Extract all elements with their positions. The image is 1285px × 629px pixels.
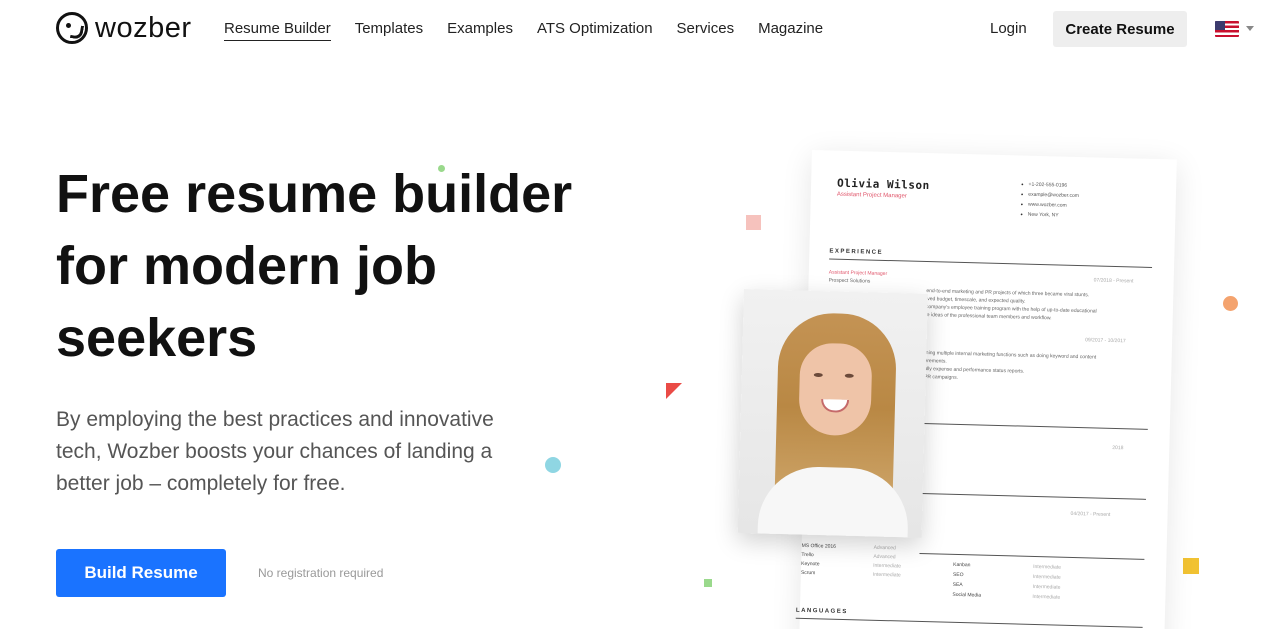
resume-levels-left: Advanced Advanced Intermediate Intermedi… — [873, 544, 902, 581]
resume-contact: +1-202-555-0196 example@wozber.com www.w… — [1020, 179, 1079, 221]
red-triangle-decoration — [666, 383, 682, 399]
resume-divider — [795, 617, 1143, 628]
chevron-down-icon[interactable] — [1246, 26, 1254, 31]
skill-level: Intermediate — [1032, 583, 1061, 591]
no-registration-note: No registration required — [258, 566, 384, 580]
resume-job-date: 07/2018 - Present — [1093, 277, 1134, 285]
resume-section-experience: EXPERIENCE — [829, 248, 884, 256]
nav-templates[interactable]: Templates — [355, 20, 423, 41]
photo-face — [798, 342, 873, 437]
create-resume-button[interactable]: Create Resume — [1053, 11, 1187, 47]
hero-headline: Free resume builder for modern job seeke… — [56, 164, 573, 368]
yellow-square-decoration — [1183, 558, 1199, 574]
skill-item: Social Media — [952, 591, 982, 599]
green-square-decoration — [704, 579, 712, 587]
build-resume-button[interactable]: Build Resume — [56, 549, 226, 597]
resume-divider — [921, 492, 1146, 500]
photo-eye — [844, 373, 854, 378]
resume-title: Assistant Project Manager — [836, 191, 907, 200]
hero-subtext: By employing the best practices and inno… — [56, 408, 494, 495]
green-dot-decoration — [438, 165, 445, 172]
resume-skills-right: Kanban SEO SEA Social Media — [952, 560, 982, 601]
resume-date-3: 2018 — [1112, 444, 1124, 452]
logo[interactable]: wozber — [56, 12, 192, 44]
wozber-logo-icon — [56, 12, 88, 44]
skill-level: Intermediate — [872, 571, 901, 579]
logo-text: wozber — [95, 12, 192, 44]
nav-services[interactable]: Services — [677, 20, 735, 41]
skill-level: Intermediate — [1032, 593, 1061, 601]
nav-ats-optimization[interactable]: ATS Optimization — [537, 20, 653, 41]
resume-name: Olivia Wilson — [836, 176, 930, 193]
resume-levels-right: Intermediate Intermediate Intermediate I… — [1032, 562, 1061, 603]
skill-item: Scrum — [800, 569, 816, 577]
photo-eye — [813, 372, 823, 378]
resume-divider — [922, 422, 1148, 430]
blue-dot-decoration — [545, 457, 561, 473]
us-flag-icon[interactable] — [1215, 21, 1239, 37]
resume-location: New York, NY — [1020, 209, 1078, 221]
orange-dot-decoration — [1223, 296, 1238, 311]
resume-date-4: 04/2017 - Present — [1070, 510, 1111, 518]
resume-job-date-2: 09/2017 - 10/2017 — [1085, 337, 1126, 345]
resume-job-bullets: end-to-end marketing and PR projects of … — [926, 287, 1157, 325]
resume-job-company: Prospect Solutions — [828, 277, 871, 285]
resume-divider — [919, 552, 1145, 560]
resume-skills-left: MS Office 2016 Trello Keynote Scrum — [801, 542, 836, 579]
resume-divider — [829, 258, 1153, 268]
site-header: wozber Resume Builder Templates Examples… — [0, 0, 1285, 58]
nav-magazine[interactable]: Magazine — [758, 20, 823, 41]
nav-resume-builder[interactable]: Resume Builder — [224, 20, 331, 41]
pink-square-decoration — [746, 215, 761, 230]
login-link[interactable]: Login — [990, 20, 1027, 38]
resume-job-bullets-2: ining multiple internal marketing functi… — [924, 349, 1155, 387]
skill-level: Intermediate — [1032, 573, 1061, 581]
main-nav: Resume Builder Templates Examples ATS Op… — [224, 20, 847, 41]
resume-photo — [737, 289, 928, 538]
resume-section-languages: LANGUAGES — [795, 607, 848, 616]
nav-examples[interactable]: Examples — [447, 20, 513, 41]
